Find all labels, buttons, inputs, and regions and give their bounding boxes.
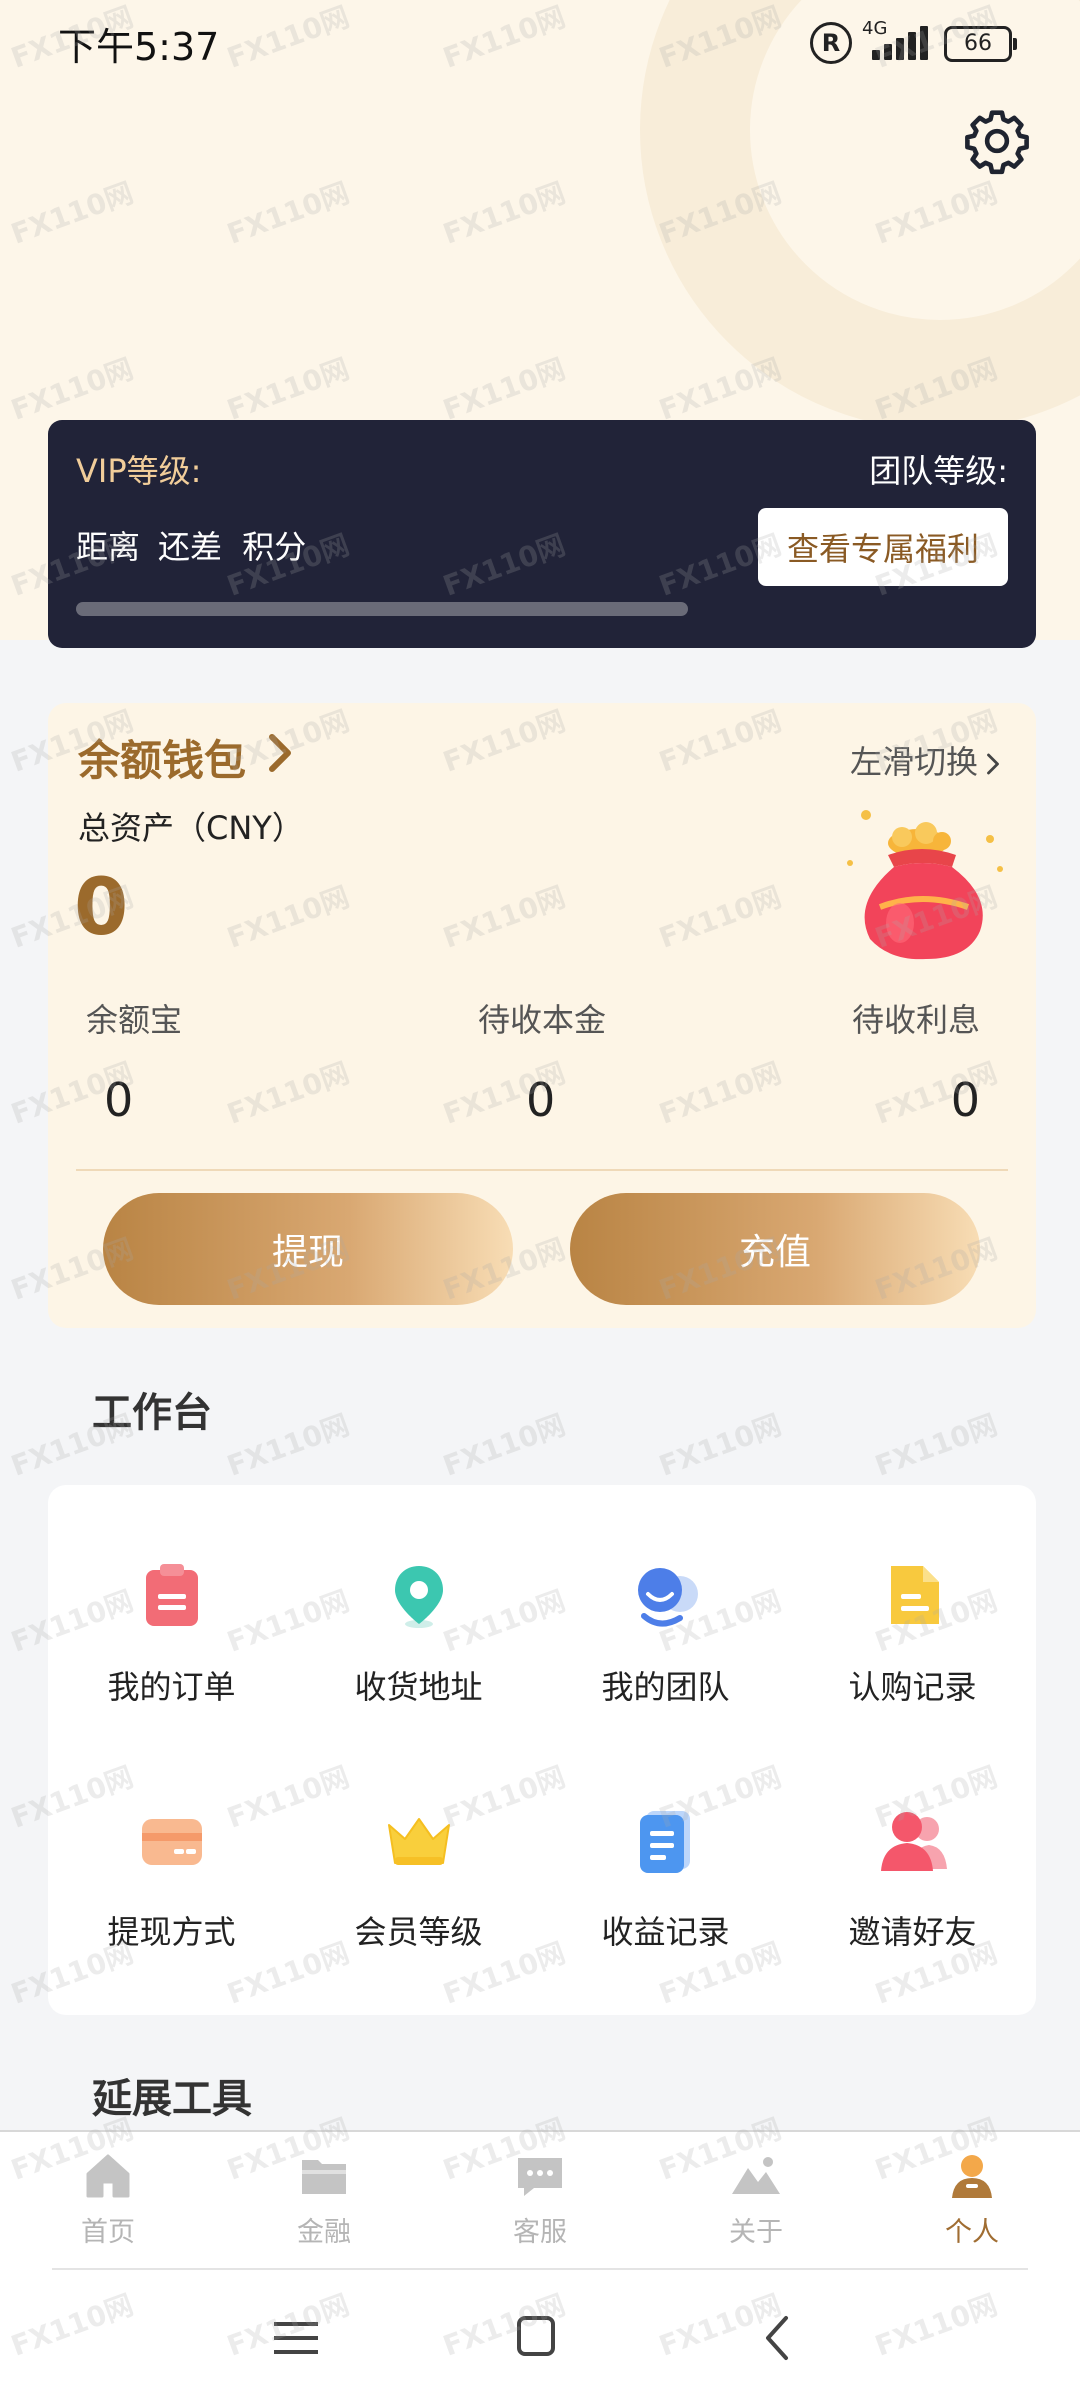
home-icon xyxy=(86,2154,130,2198)
wb-label: 认购记录 xyxy=(848,1668,977,1706)
watermark-text: FX110网 xyxy=(654,1408,786,1483)
pending-principal-label: 待收本金 xyxy=(478,1001,607,1039)
vip-card: VIP等级: 团队等级: 距离 还差 积分 查看专属福利 xyxy=(48,420,1036,648)
card-icon xyxy=(141,1819,202,1865)
workbench-title: 工作台 xyxy=(92,1390,212,1436)
nav-label: 金融 xyxy=(297,2217,351,2248)
workbench-grid: 我的订单 收货地址 我的团队 认购记录 提现方式 会员等级 收益记录 邀请好友 xyxy=(48,1485,1036,2015)
nav-item-home[interactable]: 首页 xyxy=(38,2150,178,2249)
nav-label: 首页 xyxy=(81,2217,135,2248)
invite-friends-icon xyxy=(880,1812,947,1871)
vip-level-label: VIP等级: xyxy=(76,452,202,490)
vip-distance-text: 距离 还差 积分 xyxy=(76,522,324,568)
my-orders-item[interactable]: 我的订单 xyxy=(48,1560,295,1760)
distance-word: 积分 xyxy=(242,528,307,566)
nav-item-finance[interactable]: 金融 xyxy=(254,2150,394,2249)
wb-label: 邀请好友 xyxy=(848,1913,977,1951)
withdraw-button[interactable]: 提现 xyxy=(103,1193,513,1305)
wb-label: 提现方式 xyxy=(107,1913,236,1951)
pending-interest-label: 待收利息 xyxy=(851,1001,980,1039)
user-icon xyxy=(952,2155,992,2198)
withdraw-method-item[interactable]: 提现方式 xyxy=(48,1805,295,2005)
registered-icon: R xyxy=(810,22,852,64)
crown-icon xyxy=(387,1818,450,1865)
home-square-icon[interactable] xyxy=(506,2314,566,2362)
balance-wallet-card: 余额钱包 左滑切换 总资产（CNY） 0 余额宝 待收本金 待收利息 0 0 0… xyxy=(48,703,1036,1328)
divider xyxy=(52,2268,1028,2270)
nav-label: 客服 xyxy=(513,2217,567,2248)
total-assets-label: 总资产（CNY） xyxy=(78,809,304,847)
balance-treasure-value: 0 xyxy=(104,1073,134,1127)
team-icon xyxy=(637,1568,698,1627)
location-pin-icon xyxy=(394,1566,443,1628)
extension-tools-title: 延展工具 xyxy=(92,2076,252,2122)
wb-label: 会员等级 xyxy=(354,1913,483,1951)
wb-label: 收益记录 xyxy=(601,1913,730,1951)
swipe-switch-hint[interactable]: 左滑切换 xyxy=(850,737,1002,783)
gear-icon xyxy=(965,110,1029,175)
earnings-records-item[interactable]: 收益记录 xyxy=(542,1805,789,2005)
pending-principal-value: 0 xyxy=(526,1073,556,1127)
bottom-nav: 首页 金融 客服 关于 个人 xyxy=(0,2130,1080,2274)
wb-label: 我的团队 xyxy=(601,1668,730,1706)
recharge-button[interactable]: 充值 xyxy=(570,1193,980,1305)
wb-label: 收货地址 xyxy=(354,1668,483,1706)
vip-progress-bar xyxy=(76,602,688,616)
mountain-icon xyxy=(732,2157,780,2194)
total-assets-value: 0 xyxy=(74,863,129,953)
watermark-text: FX110网 xyxy=(438,1408,570,1483)
watermark-text: FX110网 xyxy=(222,1408,354,1483)
nav-item-profile[interactable]: 个人 xyxy=(902,2150,1042,2249)
wb-label: 我的订单 xyxy=(107,1668,236,1706)
nav-item-customer-service[interactable]: 客服 xyxy=(470,2150,610,2249)
nav-item-about[interactable]: 关于 xyxy=(686,2150,826,2249)
status-bar: 下午5:37 R 4G 66 xyxy=(0,0,1080,84)
team-level-label: 团队等级: xyxy=(869,452,1008,490)
earnings-record-icon xyxy=(639,1811,690,1873)
signal-icon xyxy=(868,26,928,60)
balance-treasure-label: 余额宝 xyxy=(86,1001,183,1039)
system-navigation-bar xyxy=(0,2272,1080,2400)
divider xyxy=(76,1169,1008,1171)
my-team-item[interactable]: 我的团队 xyxy=(542,1560,789,1760)
status-time: 下午5:37 xyxy=(58,25,220,69)
swipe-switch-label: 左滑切换 xyxy=(849,743,978,781)
subscription-record-icon xyxy=(890,1566,939,1624)
watermark-text: FX110网 xyxy=(870,1408,1002,1483)
subscription-records-item[interactable]: 认购记录 xyxy=(789,1560,1036,1760)
invite-friends-item[interactable]: 邀请好友 xyxy=(789,1805,1036,2005)
menu-icon[interactable] xyxy=(266,2314,326,2362)
order-icon xyxy=(145,1564,198,1626)
settings-button[interactable] xyxy=(960,104,1034,178)
wallet-title[interactable]: 余额钱包 xyxy=(78,727,246,788)
nav-label: 个人 xyxy=(945,2217,999,2248)
pending-interest-value: 0 xyxy=(950,1073,980,1127)
folder-icon xyxy=(302,2160,346,2194)
distance-word: 还差 xyxy=(158,528,223,566)
member-level-item[interactable]: 会员等级 xyxy=(295,1805,542,2005)
battery-icon: 66 xyxy=(944,26,1017,62)
chevron-right-icon xyxy=(987,753,999,775)
money-bag-icon xyxy=(847,810,1003,960)
distance-word: 距离 xyxy=(76,528,141,566)
chevron-right-icon[interactable] xyxy=(264,733,296,773)
back-icon[interactable] xyxy=(750,2314,810,2362)
shipping-address-item[interactable]: 收货地址 xyxy=(295,1560,542,1760)
view-benefits-button[interactable]: 查看专属福利 xyxy=(758,508,1008,586)
nav-label: 关于 xyxy=(729,2217,783,2248)
chat-icon xyxy=(518,2158,562,2196)
